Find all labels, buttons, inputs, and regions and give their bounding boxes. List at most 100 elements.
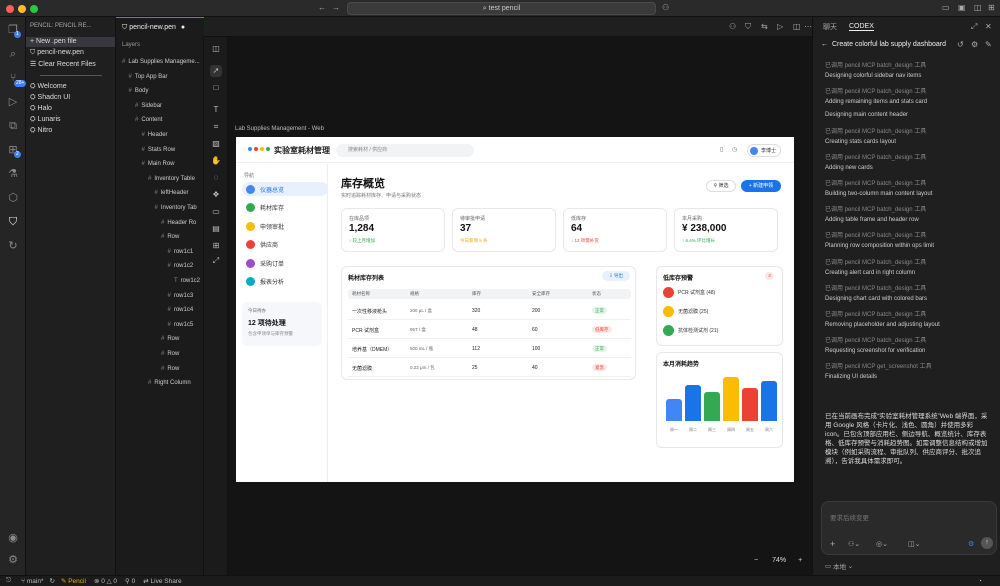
layer-item[interactable]: # leftHeader [155, 190, 189, 196]
halo-item[interactable]: ⛭ Halo [30, 105, 52, 113]
search-icon[interactable]: ⌕ [6, 47, 20, 61]
alert-item[interactable]: PCR 试剂盒 (48) [663, 287, 715, 298]
nav-item-0[interactable]: 仪器总览 [242, 182, 328, 196]
layer-item[interactable]: # Row [161, 336, 179, 342]
testing-icon[interactable]: ⚗ [6, 167, 20, 181]
compose-icon[interactable]: ✎ [985, 40, 992, 49]
grid-tool-icon[interactable]: ⊞ [210, 240, 222, 252]
layer-item[interactable]: # row1c1 [168, 249, 194, 255]
table-row[interactable]: 培养基（DMEM） 500 mL / 瓶 112 100 正常 [348, 340, 631, 358]
remote-indicator-icon[interactable]: ⎋ [6, 577, 11, 585]
effort-selector-icon[interactable]: ◫⌄ [908, 540, 920, 548]
web-app-frame[interactable]: 实验室耗材管理 搜索耗材 / 供应商 ▯ ◷ 李博士 导航 仪器总览 耗材库存 申领… [236, 137, 794, 482]
clear-recent-item[interactable]: ☰ Clear Recent Files [30, 60, 96, 68]
device-icon[interactable]: ▯ [720, 146, 723, 153]
alert-item[interactable]: 抗体检测试剂 (21) [663, 325, 718, 336]
layer-item[interactable]: # Row [161, 351, 179, 357]
code-tool-icon[interactable]: ▭ [210, 206, 222, 218]
table-row[interactable]: 一次性移液枪头 200 μL / 盒 320 200 正常 [348, 302, 631, 320]
recent-file-item[interactable]: ⛉ pencil-new.pen [30, 49, 84, 57]
tab-codex[interactable]: CODEX [849, 23, 874, 31]
share-icon[interactable]: ↻ [6, 239, 20, 253]
pencil-icon[interactable]: ⛉ [6, 215, 20, 229]
preview-icon[interactable]: ⛉ [745, 22, 751, 32]
filter-button[interactable]: ⚲ 筛选 [706, 180, 736, 192]
branch-status[interactable]: ⑂ main* [21, 578, 43, 585]
layer-item[interactable]: # row1c4 [168, 307, 194, 313]
nav-item-1[interactable]: 耗材库存 [242, 201, 328, 215]
rectangle-tool-icon[interactable]: □ [210, 82, 222, 94]
voice-icon[interactable]: ⚙ [968, 540, 974, 548]
layer-item[interactable]: # row1c3 [168, 293, 194, 299]
layer-item[interactable]: # Inventory Tab [155, 205, 197, 211]
forward-arrow-icon[interactable]: → [332, 3, 340, 12]
layer-item[interactable]: Trow1c2 [174, 278, 200, 284]
zoom-out-button[interactable]: − [754, 557, 758, 564]
nav-item-3[interactable]: 供应商 [242, 238, 328, 252]
account-icon[interactable]: ◉ [6, 531, 20, 545]
table-row[interactable]: PCR 试剂盒 96T / 盒 48 60 低库存 [348, 321, 631, 339]
layout-tool-icon[interactable]: ▤ [210, 223, 222, 235]
run-icon[interactable]: ▷ [777, 22, 783, 31]
image-tool-icon[interactable]: ▧ [210, 138, 222, 150]
welcome-item[interactable]: ⛭ Welcome [30, 83, 67, 91]
close-window-button[interactable] [6, 5, 14, 13]
frame-tool-icon[interactable]: ⌗ [210, 121, 222, 133]
layer-item[interactable]: # Content [135, 117, 162, 123]
tab-chat[interactable]: 聊天 [823, 22, 837, 32]
sync-icon[interactable]: ↻ [50, 577, 55, 585]
close-icon[interactable]: ✕ [985, 22, 992, 31]
layer-item[interactable]: # Stats Row [142, 147, 176, 153]
more-actions-icon[interactable]: ⋯ [804, 22, 812, 31]
maximize-window-button[interactable] [30, 5, 38, 13]
layer-item[interactable]: # Top App Bar [129, 74, 168, 80]
app-search-input[interactable]: 搜索耗材 / 供应商 [336, 144, 474, 157]
alert-item[interactable]: 无菌滤膜 (25) [663, 306, 708, 317]
pencil-status[interactable]: ✎ Pencil [61, 577, 86, 585]
ai-icon[interactable]: ⚇ [729, 22, 736, 31]
environment-selector[interactable]: ▭ 本地 ⌄ [825, 561, 853, 571]
settings-gear-icon[interactable]: ⚙ [971, 40, 978, 49]
component-tool-icon[interactable]: ❖ [210, 189, 222, 201]
remote-icon[interactable]: ⧉ [6, 119, 20, 133]
layer-item[interactable]: # Header [142, 132, 168, 138]
run-debug-icon[interactable]: ▷ [6, 95, 20, 109]
zoom-in-button[interactable]: + [798, 557, 802, 564]
notifications-icon[interactable]: ◔ [978, 578, 982, 585]
toggle-panel-icon[interactable]: ▣ [958, 3, 966, 12]
prompt-box[interactable]: 要求后续变更 + ⚇⌄ ◎⌄ ◫⌄ ⚙ ↑ [821, 501, 997, 555]
prompt-input[interactable]: 要求后续变更 [830, 512, 869, 522]
clock-icon[interactable]: ◷ [732, 146, 737, 153]
nav-item-4[interactable]: 采购订单 [242, 256, 328, 270]
model-selector-icon[interactable]: ◎⌄ [876, 540, 888, 548]
mode-selector-icon[interactable]: ⚇⌄ [848, 540, 860, 548]
unsaved-dot-icon[interactable]: ● [181, 24, 185, 31]
back-arrow-icon[interactable]: ← [318, 3, 326, 12]
user-chip[interactable]: 李博士 [747, 144, 781, 157]
send-button[interactable]: ↑ [981, 537, 993, 549]
hand-tool-icon[interactable]: ✋ [210, 155, 222, 167]
comment-tool-icon[interactable]: ◌ [210, 172, 222, 184]
layer-item[interactable]: # row1c5 [168, 322, 194, 328]
panel-toggle-icon[interactable]: ◫ [210, 43, 222, 55]
lunaris-item[interactable]: ⛭ Lunaris [30, 116, 61, 124]
layout-icon[interactable]: ▭ [942, 3, 950, 12]
expand-tool-icon[interactable]: ⤢ [210, 255, 222, 267]
layer-item[interactable]: # Row [161, 366, 179, 372]
expand-icon[interactable]: ⤢ [971, 22, 977, 32]
minimize-window-button[interactable] [18, 5, 26, 13]
export-button[interactable]: ⇩ 导出 [602, 271, 630, 281]
add-attachment-icon[interactable]: + [830, 539, 835, 549]
command-search[interactable]: ⌕ test pencil [347, 2, 656, 15]
nav-item-5[interactable]: 报表分析 [242, 275, 328, 289]
history-icon[interactable]: ↺ [957, 40, 964, 49]
new-request-button[interactable]: + 新建申领 [741, 180, 781, 192]
customize-layout-icon[interactable]: ⊞ [988, 3, 995, 12]
select-tool-icon[interactable]: ➚ [210, 65, 222, 77]
settings-gear-icon[interactable]: ⚙ [6, 553, 20, 567]
layer-item[interactable]: # row1c2 [168, 263, 194, 269]
shadcn-item[interactable]: ⛭ Shadcn UI [30, 94, 70, 102]
layer-item[interactable]: # Main Row [142, 161, 175, 167]
editor-tab[interactable]: ⛉ pencil-new.pen ● [116, 17, 204, 37]
layer-item[interactable]: # Lab Supplies Manageme... [122, 59, 200, 65]
